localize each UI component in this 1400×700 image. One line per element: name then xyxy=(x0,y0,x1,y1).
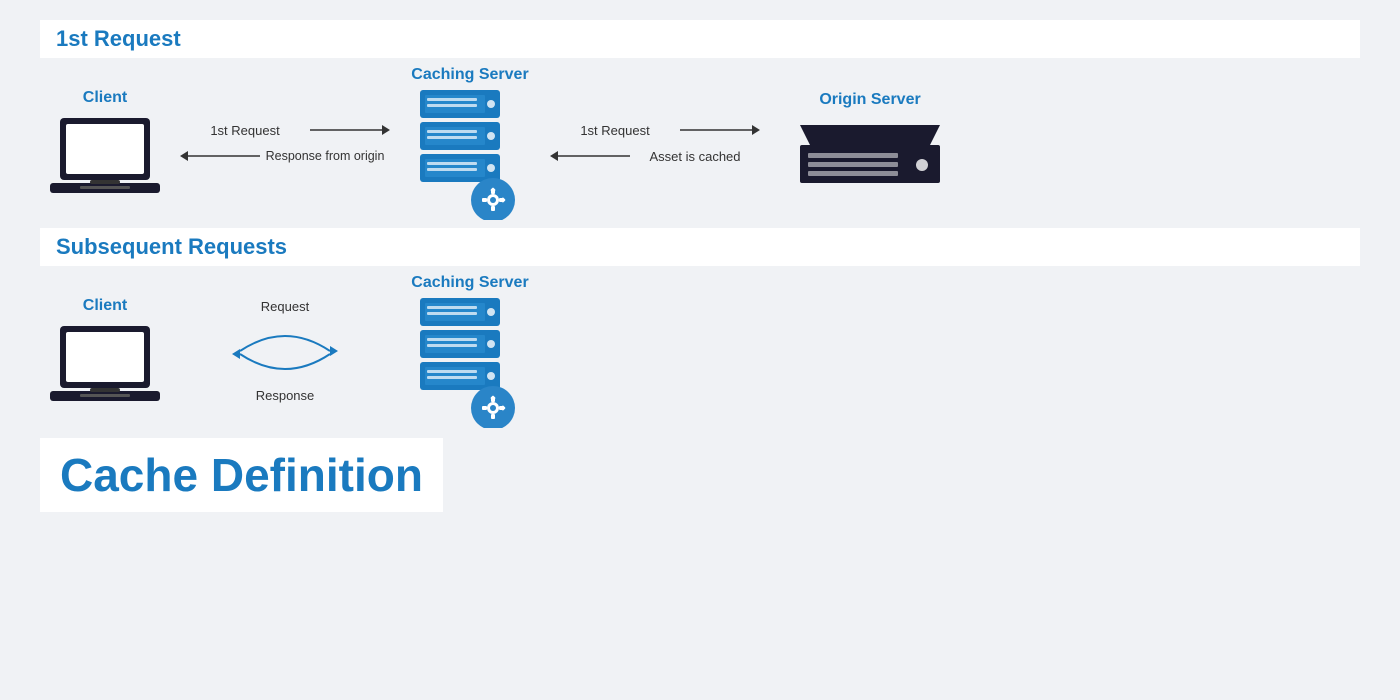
right-arrow-2-icon xyxy=(680,121,760,139)
response-label: Response xyxy=(256,388,315,403)
client-label: Client xyxy=(83,89,127,107)
caching-server-block: Caching Server xyxy=(400,66,540,220)
arrow2-label: Response from origin xyxy=(260,149,390,163)
left-arrow-icon xyxy=(180,147,260,165)
first-request-section: 1st Request Client xyxy=(40,20,1360,220)
origin-server-block: Origin Server xyxy=(790,91,950,195)
client-block: Client xyxy=(40,89,170,198)
client-label-2: Client xyxy=(83,297,127,315)
arrow1-label: 1st Request xyxy=(180,123,310,138)
main-container: 1st Request Client xyxy=(0,0,1400,700)
caching-server-block-2: Caching Server xyxy=(400,274,540,428)
subsequent-section: Subsequent Requests Client Request xyxy=(40,228,1360,428)
caching-server-label-2: Caching Server xyxy=(411,274,528,292)
arrow-asset-cached: Asset is cached xyxy=(550,147,760,165)
cache-definition-label: Cache Definition xyxy=(40,438,443,512)
request-label: Request xyxy=(261,299,309,314)
client-block-2: Client xyxy=(40,297,170,406)
origin-server-label: Origin Server xyxy=(819,91,920,109)
subsequent-row: Client Request xyxy=(40,274,1360,428)
arrow-response-origin: Response from origin xyxy=(180,147,390,165)
client-laptop-icon xyxy=(50,113,160,198)
first-request-label: 1st Request xyxy=(40,20,1360,58)
right-arrow-icon xyxy=(310,121,390,139)
arrow-1st-request-origin: 1st Request xyxy=(550,121,760,139)
client-laptop-icon-2 xyxy=(50,321,160,406)
subsequent-label: Subsequent Requests xyxy=(40,228,1360,266)
arrow3-label: 1st Request xyxy=(550,123,680,138)
first-request-arrows-right: 1st Request Asset is cached xyxy=(550,121,760,165)
cache-definition-section: Cache Definition xyxy=(40,438,1360,512)
first-request-arrows-left: 1st Request Response from origin xyxy=(180,121,390,165)
arrow-1st-request: 1st Request xyxy=(180,121,390,139)
caching-server-icon xyxy=(415,90,525,220)
caching-server-icon-2 xyxy=(415,298,525,428)
caching-server-label: Caching Server xyxy=(411,66,528,84)
left-arrow-2-icon xyxy=(550,147,630,165)
arrow4-label: Asset is cached xyxy=(630,149,760,164)
subsequent-arrows: Request Response xyxy=(180,299,390,403)
origin-server-icon xyxy=(800,115,940,195)
first-request-row: Client 1st Re xyxy=(40,66,1360,220)
circular-arrows-icon xyxy=(225,316,345,386)
